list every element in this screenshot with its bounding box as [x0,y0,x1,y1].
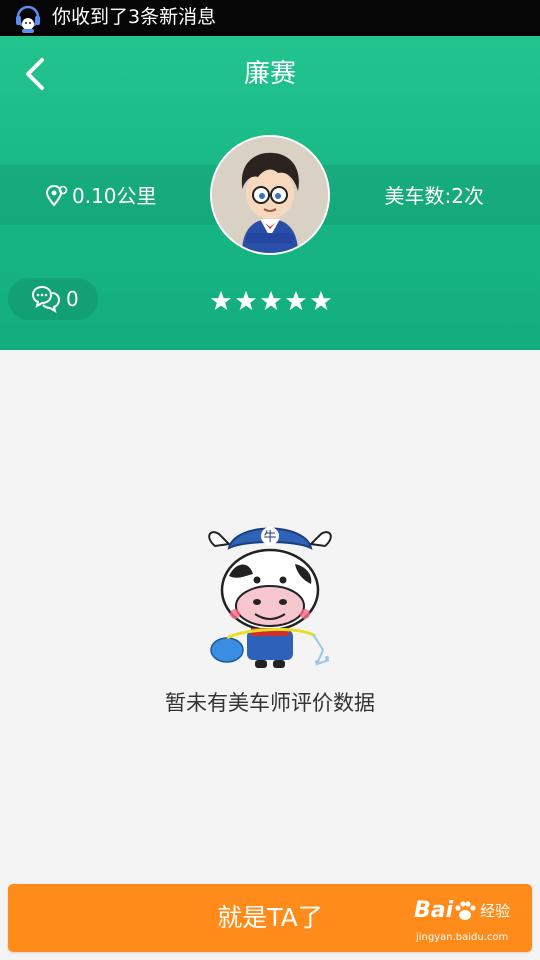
star-icon [260,290,282,311]
empty-state-message: 暂未有美车师评价数据 [165,691,375,715]
paw-icon [455,901,476,920]
baidu-jingyan-watermark: Bai 经验 jingyan.baidu.com [414,896,520,952]
rating-stars [210,290,332,312]
distance-info: 0.10公里 [46,183,157,209]
star-icon [285,290,307,311]
chat-bubbles-icon [31,285,61,313]
comment-count-button[interactable]: 0 [8,278,98,320]
status-bar: 你收到了3条新消息 [0,0,540,36]
notification-text: 你收到了3条新消息 [52,6,217,28]
watermark-url: jingyan.baidu.com [416,932,509,943]
headset-notification-icon [16,5,40,33]
service-count: 美车数:2次 [384,184,484,208]
location-pin-icon [46,184,68,207]
star-icon [210,290,232,311]
cow-mascot-icon: 牛 [208,527,332,668]
svg-text:牛: 牛 [263,530,276,545]
comment-count: 0 [66,287,79,311]
page-title: 廉赛 [243,59,296,89]
star-icon [235,290,257,311]
avatar-image [212,137,328,253]
star-icon [310,290,332,311]
watermark-brand-cn: 经验 [480,902,511,920]
technician-header: 廉赛 0.10公里 美车数:2次 0 [0,36,540,350]
distance-text: 0.10公里 [72,184,157,208]
watermark-brand: Bai [414,898,454,923]
avatar [210,135,330,255]
